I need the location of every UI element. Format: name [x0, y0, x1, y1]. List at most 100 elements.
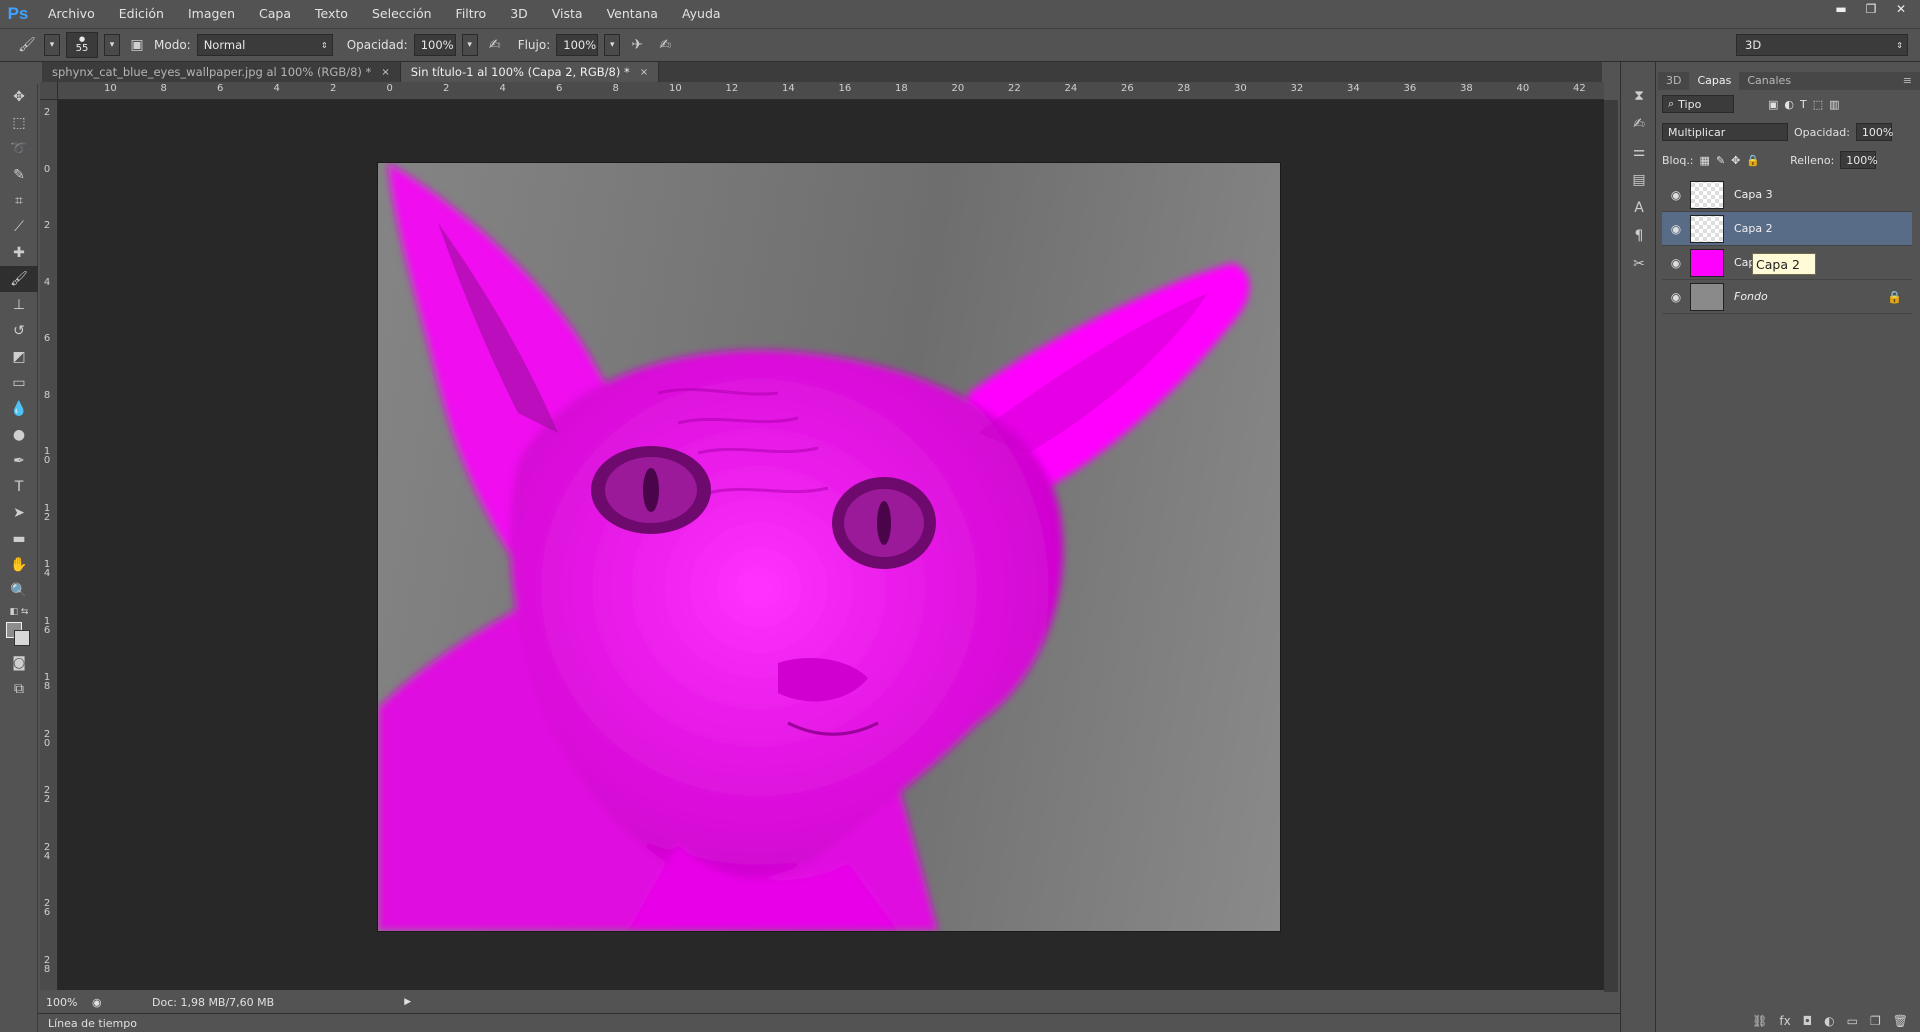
history-brush-tool-icon[interactable]: ↺ — [0, 318, 38, 344]
opacity-input[interactable]: 100% — [413, 34, 456, 56]
quick-selection-tool-icon[interactable]: ✎ — [0, 162, 38, 188]
adjustments-panel-icon[interactable]: ⚌ — [1621, 138, 1657, 166]
history-panel-icon[interactable]: ⧗ — [1621, 82, 1657, 110]
character-panel-icon[interactable]: A — [1621, 194, 1657, 222]
move-tool-icon[interactable]: ✥ — [0, 84, 38, 110]
quick-mask-icon[interactable]: ◙ — [0, 650, 38, 676]
paragraph-panel-icon[interactable]: ¶ — [1621, 222, 1657, 250]
menu-capa[interactable]: Capa — [247, 0, 303, 28]
zoom-tool-icon[interactable]: 🔍 — [0, 578, 38, 604]
type-tool-icon[interactable]: T — [0, 474, 38, 500]
link-layers-icon[interactable]: ⛓ — [1752, 1014, 1767, 1028]
tab-canales[interactable]: Canales — [1739, 72, 1799, 90]
menu-filtro[interactable]: Filtro — [444, 0, 499, 28]
delete-layer-icon[interactable]: 🗑 — [1893, 1014, 1908, 1028]
document-canvas[interactable] — [378, 163, 1280, 931]
dodge-tool-icon[interactable]: ● — [0, 422, 38, 448]
timeline-panel-tab[interactable]: Línea de tiempo — [38, 1013, 1620, 1032]
vertical-scrollbar[interactable] — [1604, 100, 1618, 992]
tab-3d[interactable]: 3D — [1658, 72, 1689, 90]
fill-input[interactable]: 100% — [1840, 151, 1878, 169]
brush-panel-icon[interactable]: ✍ — [1621, 110, 1657, 138]
eyedropper-tool-icon[interactable]: ⟋ — [0, 214, 38, 240]
layer-filter-select[interactable]: ⌕ Tipo — [1662, 95, 1734, 113]
eye-icon[interactable]: ◉ — [1662, 290, 1690, 304]
menu-ayuda[interactable]: Ayuda — [670, 0, 733, 28]
lock-move-icon[interactable]: ✥ — [1731, 154, 1740, 167]
layer-opacity-input[interactable]: 100% — [1855, 123, 1893, 141]
workspace-select[interactable]: 3D ⇕ — [1736, 34, 1908, 56]
ruler-origin[interactable] — [40, 82, 58, 100]
eye-icon[interactable]: ◉ — [1662, 256, 1690, 270]
menu-seleccion[interactable]: Selección — [360, 0, 444, 28]
menu-imagen[interactable]: Imagen — [176, 0, 247, 28]
fx-icon[interactable]: fx — [1779, 1014, 1790, 1028]
background-color-swatch[interactable] — [14, 630, 30, 646]
marquee-tool-icon[interactable]: ⬚ — [0, 110, 38, 136]
adjustment-filter-icon[interactable]: ◐ — [1784, 98, 1794, 111]
rectangle-tool-icon[interactable]: ▬ — [0, 526, 38, 552]
status-info-icon[interactable]: ◉ — [92, 996, 152, 1009]
lock-brush-icon[interactable]: ✎ — [1716, 154, 1725, 167]
restore-button[interactable]: ❐ — [1858, 0, 1884, 18]
pressure-size-icon[interactable]: ✍ — [654, 34, 676, 56]
eye-icon[interactable]: ◉ — [1662, 188, 1690, 202]
layer-capa-3[interactable]: ◉ Capa 3 — [1662, 178, 1912, 212]
chevron-down-icon[interactable]: ▾ — [104, 34, 120, 56]
layer-capa-2[interactable]: ◉ Capa 2 — [1662, 212, 1912, 246]
adjustment-layer-icon[interactable]: ◐ — [1824, 1014, 1834, 1028]
pen-tool-icon[interactable]: ✒ — [0, 448, 38, 474]
type-filter-icon[interactable]: T — [1800, 98, 1807, 111]
close-icon[interactable]: × — [381, 67, 389, 78]
flow-input[interactable]: 100% — [556, 34, 599, 56]
tab-capas[interactable]: Capas — [1689, 72, 1740, 90]
screen-mode-icon[interactable]: ⧉ — [0, 676, 38, 702]
menu-texto[interactable]: Texto — [303, 0, 360, 28]
mode-select[interactable]: Normal ⇕ — [196, 34, 333, 56]
menu-edicion[interactable]: Edición — [107, 0, 176, 28]
pressure-opacity-icon[interactable]: ✍ — [484, 34, 506, 56]
tools-presets-icon[interactable]: ✂ — [1621, 250, 1657, 278]
pixel-filter-icon[interactable]: ▣ — [1768, 98, 1778, 111]
brush-size-picker[interactable]: ● 55 — [66, 32, 98, 58]
blur-tool-icon[interactable]: 💧 — [0, 396, 38, 422]
smartobject-filter-icon[interactable]: ▥ — [1829, 98, 1839, 111]
brush-tool-preset-icon[interactable]: 🖌 — [16, 34, 38, 56]
tab-sphynx-image[interactable]: sphynx_cat_blue_eyes_wallpaper.jpg al 10… — [42, 62, 401, 82]
airbrush-icon[interactable]: ✈ — [626, 34, 648, 56]
layer-fondo[interactable]: ◉ Fondo 🔒 — [1662, 280, 1912, 314]
menu-ventana[interactable]: Ventana — [595, 0, 670, 28]
eye-icon[interactable]: ◉ — [1662, 222, 1690, 236]
crop-tool-icon[interactable]: ⌗ — [0, 188, 38, 214]
healing-brush-tool-icon[interactable]: ✚ — [0, 240, 38, 266]
brush-tool-icon[interactable]: 🖌 — [0, 266, 38, 292]
tab-untitled-1[interactable]: Sin título-1 al 100% (Capa 2, RGB/8) * × — [400, 62, 660, 82]
path-selection-tool-icon[interactable]: ➤ — [0, 500, 38, 526]
properties-panel-icon[interactable]: ▤ — [1621, 166, 1657, 194]
color-swatches[interactable] — [0, 620, 38, 650]
blend-mode-select[interactable]: Multiplicar — [1662, 123, 1788, 141]
menu-archivo[interactable]: Archivo — [36, 0, 107, 28]
brush-panel-icon[interactable]: ▣ — [126, 34, 148, 56]
chevron-down-icon[interactable]: ▾ — [461, 34, 478, 56]
chevron-down-icon[interactable]: ▾ — [44, 34, 60, 56]
gradient-tool-icon[interactable]: ▭ — [0, 370, 38, 396]
close-button[interactable]: ✕ — [1888, 0, 1914, 18]
new-layer-icon[interactable]: ❐ — [1870, 1014, 1881, 1028]
hand-tool-icon[interactable]: ✋ — [0, 552, 38, 578]
lock-transparent-icon[interactable]: ▦ — [1700, 154, 1710, 167]
close-icon[interactable]: × — [640, 67, 648, 78]
play-icon[interactable]: ▶ — [404, 997, 411, 1007]
menu-3d[interactable]: 3D — [498, 0, 540, 28]
eraser-tool-icon[interactable]: ◩ — [0, 344, 38, 370]
menu-vista[interactable]: Vista — [540, 0, 595, 28]
clone-stamp-tool-icon[interactable]: ⊥ — [0, 292, 38, 318]
lasso-tool-icon[interactable]: ➰ — [0, 136, 38, 162]
zoom-level[interactable]: 100% — [40, 996, 92, 1009]
default-colors-icon[interactable]: ◧ ⇆ — [0, 604, 38, 620]
shape-filter-icon[interactable]: ⬚ — [1813, 98, 1823, 111]
chevron-down-icon[interactable]: ▾ — [604, 34, 621, 56]
add-mask-icon[interactable]: ◘ — [1803, 1014, 1813, 1028]
panel-menu-icon[interactable]: ≡ — [1895, 72, 1920, 90]
lock-all-icon[interactable]: 🔒 — [1746, 154, 1760, 167]
